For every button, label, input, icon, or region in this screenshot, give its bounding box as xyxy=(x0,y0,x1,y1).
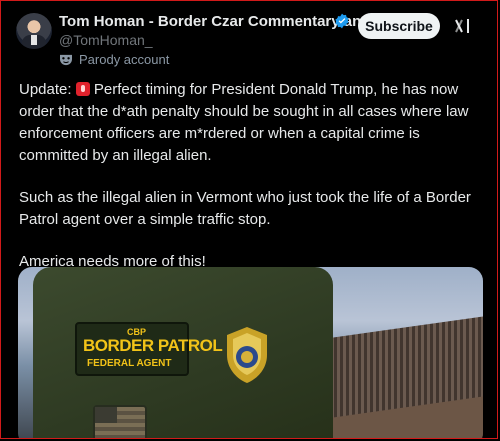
post-header: Tom Homan - Border Czar Commentary and .… xyxy=(1,1,497,67)
siren-emoji-icon xyxy=(75,82,90,96)
author-handle[interactable]: @TomHoman_ xyxy=(59,32,153,48)
subscribe-button[interactable]: Subscribe xyxy=(358,13,440,39)
post-text: Update: Perfect timing for President Don… xyxy=(19,79,485,293)
avatar[interactable] xyxy=(16,13,52,49)
patch-federal-agent-text: FEDERAL AGENT xyxy=(87,358,172,369)
flag-patch xyxy=(93,405,147,438)
paragraph-2: Such as the illegal alien in Vermont who… xyxy=(19,189,471,228)
patch-border-patrol-text: BORDER PATROL xyxy=(83,336,223,355)
border-patrol-patch: CBP BORDER PATROL FEDERAL AGENT xyxy=(75,322,223,376)
grok-icon[interactable] xyxy=(453,16,473,36)
avatar-shirt xyxy=(31,35,37,45)
verified-badge-icon xyxy=(335,13,349,29)
post-frame: Tom Homan - Border Czar Commentary and .… xyxy=(0,0,498,439)
image-agent-vest: CBP BORDER PATROL FEDERAL AGENT xyxy=(33,267,333,438)
parody-text: Parody account xyxy=(79,52,170,67)
paragraph-1: Update: Perfect timing for President Don… xyxy=(19,79,485,167)
update-prefix: Update: xyxy=(19,81,72,98)
parody-mask-icon xyxy=(60,54,72,65)
flag-canton xyxy=(95,407,117,423)
badge-icon xyxy=(227,327,267,383)
post-image[interactable]: CBP BORDER PATROL FEDERAL AGENT xyxy=(18,267,483,438)
parody-label: Parody account xyxy=(59,52,169,67)
